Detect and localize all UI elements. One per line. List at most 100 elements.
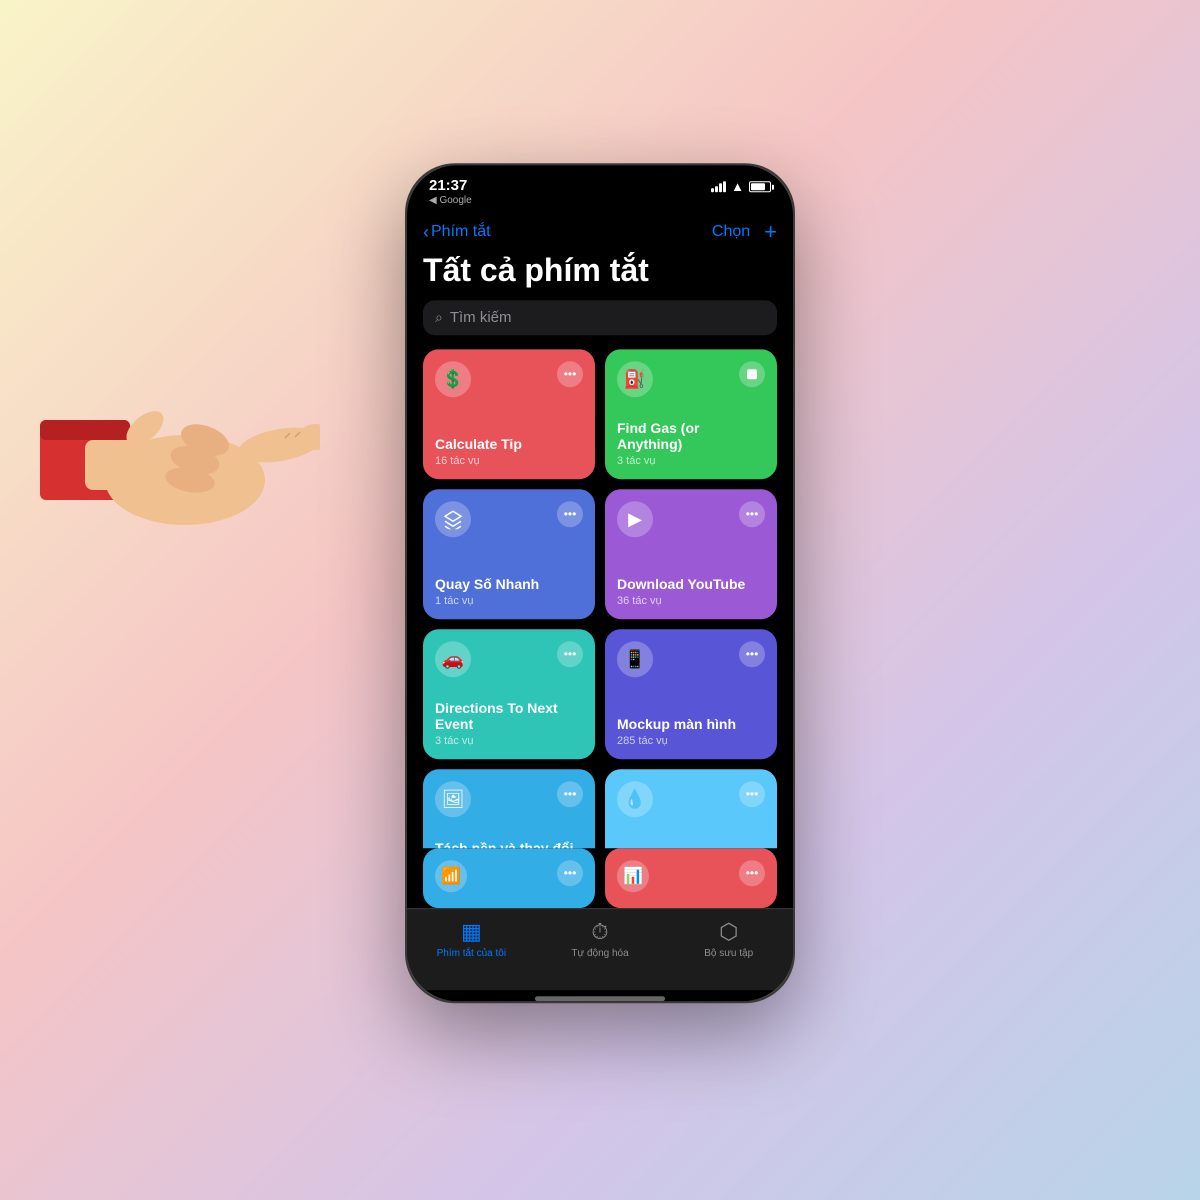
add-button[interactable]: + — [764, 219, 777, 245]
shortcut-card-quay-so-nhanh[interactable]: ••• Quay Số Nhanh 1 tác vụ — [423, 489, 595, 619]
card-top: 🚗 ••• — [435, 641, 583, 677]
tab-gallery-label: Bộ sưu tập — [704, 948, 753, 959]
card-title: Download YouTube — [617, 577, 765, 594]
card-subtitle: 36 tác vụ — [617, 595, 765, 607]
shortcut-card-find-gas[interactable]: ⛽ Find Gas (or Anything) 3 tác vụ — [605, 349, 777, 479]
card-title: Find Gas (or Anything) — [617, 420, 765, 454]
card-top: 💧 ••• — [617, 781, 765, 817]
card-more-button[interactable]: ••• — [739, 860, 765, 886]
card-more-button[interactable]: ••• — [557, 641, 583, 667]
shortcut-card-mockup[interactable]: 📱 ••• Mockup màn hình 285 tác vụ — [605, 629, 777, 759]
partial-row: 📶 ••• 📊 ••• — [423, 848, 777, 908]
card-more-button[interactable]: ••• — [557, 361, 583, 387]
shortcut-card-directions[interactable]: 🚗 ••• Directions To Next Event 3 tác vụ — [423, 629, 595, 759]
card-icon-image: 🖼 — [435, 781, 471, 817]
signal-bar-3 — [719, 183, 722, 192]
tab-shortcuts-icon: ▦ — [461, 919, 482, 945]
card-bottom: Find Gas (or Anything) 3 tác vụ — [617, 420, 765, 468]
signal-bar-4 — [723, 181, 726, 192]
card-title: Quay Số Nhanh — [435, 577, 583, 594]
card-bottom: Mockup màn hình 285 tác vụ — [617, 717, 765, 748]
card-top: 💲 ••• — [435, 361, 583, 397]
card-icon-car: 🚗 — [435, 641, 471, 677]
signal-bar-2 — [715, 186, 718, 192]
card-subtitle: 16 tác vụ — [435, 455, 583, 467]
card-top: 🖼 ••• — [435, 781, 583, 817]
back-chevron-icon: ‹ — [423, 222, 429, 243]
tab-bar: ▦ Phím tắt của tôi ⏱ Tự động hóa ⬡ Bộ sư… — [407, 908, 793, 990]
shortcut-card-tach-nen[interactable]: 🖼 ••• Tách nền và thay đổi nền 12 tác vụ — [423, 769, 595, 848]
search-icon: ⌕ — [435, 309, 443, 326]
card-title: Directions To Next Event — [435, 700, 583, 734]
shortcuts-grid: 💲 ••• Calculate Tip 16 tác vụ ⛽ — [423, 349, 777, 848]
shortcut-card-calculate-tip[interactable]: 💲 ••• Calculate Tip 16 tác vụ — [423, 349, 595, 479]
card-subtitle: 1 tác vụ — [435, 595, 583, 607]
card-stop-button[interactable] — [739, 361, 765, 387]
tab-automation-icon: ⏱ — [591, 919, 608, 945]
side-button-power — [793, 385, 795, 475]
shortcut-card-download-youtube[interactable]: ▶ ••• Download YouTube 36 tác vụ — [605, 489, 777, 619]
tab-shortcuts-label: Phím tắt của tôi — [437, 948, 506, 959]
tab-automation[interactable]: ⏱ Tự động hóa — [536, 919, 665, 959]
wifi-icon: ▲ — [731, 179, 744, 194]
card-more-button[interactable]: ••• — [557, 860, 583, 886]
card-more-button[interactable]: ••• — [739, 781, 765, 807]
search-bar[interactable]: ⌕ Tìm kiếm — [423, 300, 777, 335]
shortcut-card-thoi-nuoc[interactable]: 💧 ••• Thổi nước khỏi loa 43 tác vụ — [605, 769, 777, 848]
home-indicator — [535, 996, 665, 1001]
card-bottom: Calculate Tip 16 tác vụ — [435, 437, 583, 468]
card-more-button[interactable]: ••• — [739, 501, 765, 527]
card-subtitle: 285 tác vụ — [617, 735, 765, 747]
card-bottom: Tách nền và thay đổi nền 12 tác vụ — [435, 840, 583, 848]
phone-screen: 21:37 ◀ Google ▲ — [407, 165, 793, 1001]
battery-icon — [749, 181, 771, 192]
status-provider: ◀ Google — [429, 195, 472, 206]
hand-illustration — [40, 340, 320, 540]
back-label: Phím tắt — [431, 223, 491, 241]
partial-card-sound[interactable]: 📊 ••• — [605, 848, 777, 908]
phone-frame: 21:37 ◀ Google ▲ — [405, 163, 795, 1003]
card-bottom: Directions To Next Event 3 tác vụ — [435, 700, 583, 748]
tab-gallery[interactable]: ⬡ Bộ sưu tập — [664, 919, 793, 959]
card-bottom: Quay Số Nhanh 1 tác vụ — [435, 577, 583, 608]
card-subtitle: 3 tác vụ — [617, 455, 765, 467]
tab-gallery-icon: ⬡ — [719, 919, 738, 945]
page-title: Tất cả phím tắt — [423, 253, 777, 288]
card-top: ••• — [435, 501, 583, 537]
choose-button[interactable]: Chọn — [712, 223, 750, 241]
card-icon-money: 💲 — [435, 361, 471, 397]
back-button[interactable]: ‹ Phím tắt — [423, 222, 491, 243]
card-title: Tách nền và thay đổi nền — [435, 840, 583, 848]
stop-square-icon — [747, 369, 757, 379]
card-icon-water: 💧 — [617, 781, 653, 817]
card-subtitle: 3 tác vụ — [435, 735, 583, 747]
notch — [540, 177, 660, 205]
search-placeholder: Tìm kiếm — [450, 309, 512, 326]
tab-my-shortcuts[interactable]: ▦ Phím tắt của tôi — [407, 919, 536, 959]
card-more-button[interactable]: ••• — [557, 781, 583, 807]
card-top: 📱 ••• — [617, 641, 765, 677]
card-icon-wifi: 📶 — [435, 860, 467, 892]
content-area: ‹ Phím tắt Chọn + Tất cả phím tắt ⌕ Tìm — [407, 215, 793, 908]
tab-automation-label: Tự động hóa — [571, 948, 628, 959]
signal-bars — [711, 181, 726, 192]
partial-card-wifi[interactable]: 📶 ••• — [423, 848, 595, 908]
phone: 21:37 ◀ Google ▲ — [405, 163, 795, 1003]
nav-bar: ‹ Phím tắt Chọn + — [423, 215, 777, 253]
card-more-button[interactable]: ••• — [739, 641, 765, 667]
signal-bar-1 — [711, 188, 714, 192]
status-time: 21:37 — [429, 177, 472, 194]
status-icons: ▲ — [711, 177, 771, 194]
card-top: ▶ ••• — [617, 501, 765, 537]
card-icon-sound: 📊 — [617, 860, 649, 892]
card-more-button[interactable]: ••• — [557, 501, 583, 527]
card-icon-gas: ⛽ — [617, 361, 653, 397]
scene: 21:37 ◀ Google ▲ — [0, 0, 1200, 1200]
card-icon-phone: 📱 — [617, 641, 653, 677]
status-left: 21:37 ◀ Google — [429, 177, 472, 206]
card-top: ⛽ — [617, 361, 765, 397]
card-title: Calculate Tip — [435, 437, 583, 454]
nav-actions: Chọn + — [712, 219, 777, 245]
battery-fill — [751, 183, 765, 190]
card-title: Mockup màn hình — [617, 717, 765, 734]
